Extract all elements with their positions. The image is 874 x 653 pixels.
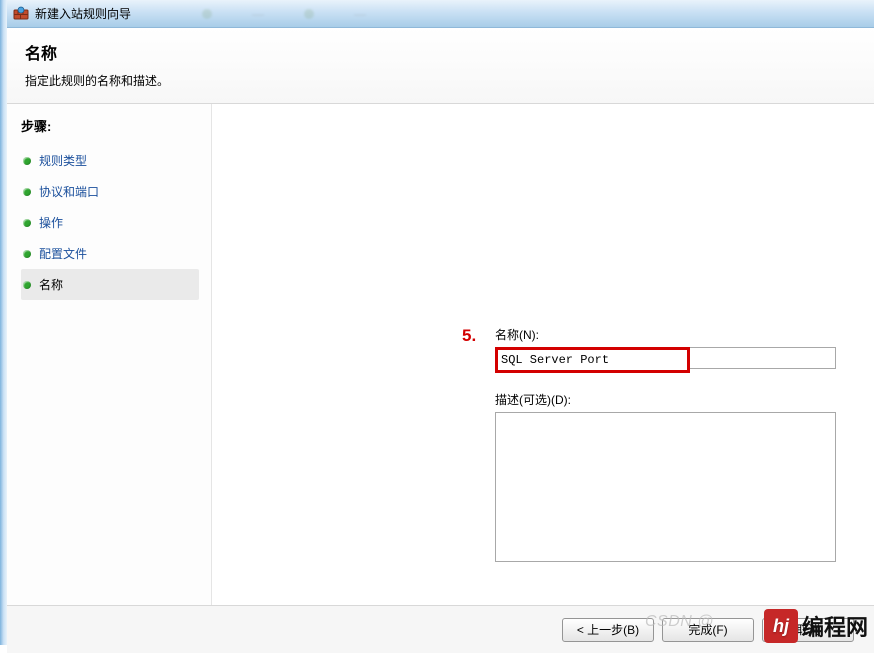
bullet-icon bbox=[23, 188, 31, 196]
background-blur-artifact: —— bbox=[202, 0, 366, 28]
wizard-content: 5. 名称(N): 描述(可选)(D): bbox=[212, 104, 874, 605]
page-subtitle: 指定此规则的名称和描述。 bbox=[25, 72, 856, 89]
titlebar[interactable]: 新建入站规则向导 —— bbox=[7, 0, 874, 28]
step-label: 规则类型 bbox=[39, 152, 87, 169]
window-title: 新建入站规则向导 bbox=[35, 5, 131, 22]
wizard-dialog: 新建入站规则向导 —— 名称 指定此规则的名称和描述。 步骤: 规则类型 协议和… bbox=[7, 0, 874, 645]
step-rule-type[interactable]: 规则类型 bbox=[21, 145, 199, 176]
annotation-number: 5. bbox=[462, 326, 476, 346]
wizard-header: 名称 指定此规则的名称和描述。 bbox=[7, 28, 874, 104]
bullet-icon bbox=[23, 157, 31, 165]
page-title: 名称 bbox=[25, 40, 856, 64]
steps-sidebar: 步骤: 规则类型 协议和端口 操作 配置文件 bbox=[7, 104, 212, 605]
wizard-footer: < 上一步(B) 完成(F) 取消 bbox=[7, 605, 874, 653]
window-left-edge bbox=[0, 0, 7, 645]
firewall-icon bbox=[13, 6, 29, 22]
finish-button[interactable]: 完成(F) bbox=[662, 618, 754, 642]
bullet-icon bbox=[23, 281, 31, 289]
description-input[interactable] bbox=[495, 412, 836, 562]
step-profile[interactable]: 配置文件 bbox=[21, 238, 199, 269]
step-label: 协议和端口 bbox=[39, 183, 99, 200]
step-label: 名称 bbox=[39, 276, 63, 293]
step-label: 操作 bbox=[39, 214, 63, 231]
name-input[interactable] bbox=[495, 347, 690, 373]
step-label: 配置文件 bbox=[39, 245, 87, 262]
bullet-icon bbox=[23, 250, 31, 258]
step-name[interactable]: 名称 bbox=[21, 269, 199, 300]
name-field-label: 名称(N): bbox=[495, 326, 836, 343]
bullet-icon bbox=[23, 219, 31, 227]
description-field-label: 描述(可选)(D): bbox=[495, 391, 836, 408]
name-input-row bbox=[495, 347, 836, 373]
cancel-button[interactable]: 取消 bbox=[762, 618, 854, 642]
name-input-extension[interactable] bbox=[690, 347, 836, 369]
back-button[interactable]: < 上一步(B) bbox=[562, 618, 654, 642]
step-action[interactable]: 操作 bbox=[21, 207, 199, 238]
steps-heading: 步骤: bbox=[21, 116, 199, 135]
step-protocol-ports[interactable]: 协议和端口 bbox=[21, 176, 199, 207]
